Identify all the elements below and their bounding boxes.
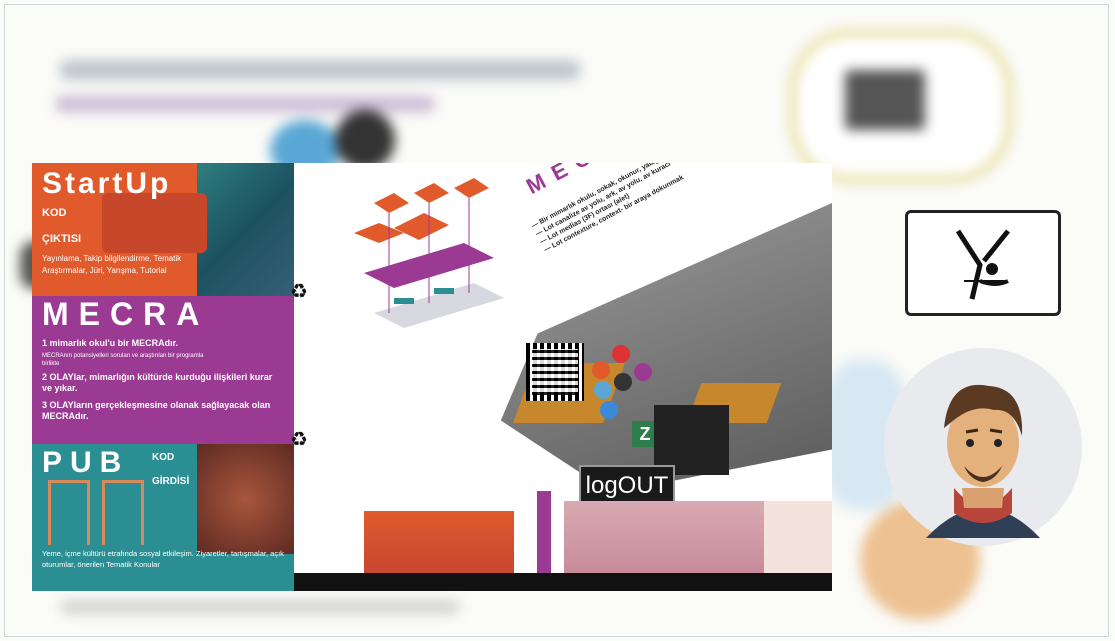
blurred-text-line: [60, 60, 580, 80]
poster-right-section: MECRA — Bir mimarlık okulu, sokak, okunu…: [294, 163, 832, 591]
mecra-small-text: MECRAnın potansiyelleri sorulan ve araşt…: [42, 353, 204, 367]
stool-icon: [102, 480, 144, 545]
poster-left-column: StartUp KOD ÇIKTISI Yayınlama, Takip bil…: [32, 163, 294, 591]
section-strip: [294, 491, 832, 591]
startup-panel: StartUp KOD ÇIKTISI Yayınlama, Takip bil…: [32, 163, 294, 296]
section-drawing: [764, 501, 832, 573]
social-icon: [634, 363, 652, 381]
site-model-render: [500, 203, 832, 493]
social-icon: [592, 361, 610, 379]
section-divider: [537, 491, 551, 573]
cikti-label: ÇIKTISI: [42, 233, 82, 245]
startup-title: StartUp: [42, 167, 172, 200]
blurred-text-line: [55, 96, 435, 112]
girdi-label: GİRDİSİ: [152, 476, 190, 487]
camera-icon: [614, 373, 632, 391]
startup-description: Yayınlama, Takip bilgilendirme, Tematik …: [42, 254, 182, 275]
avatar: [884, 348, 1082, 546]
mecra-panel: MECRA 1 mimarlık okul'u bir MECRAdır. ME…: [32, 296, 294, 444]
pub-description: Yeme, içme kültürü etrafında sosyal etki…: [42, 549, 284, 569]
meeting-illustration: [102, 193, 207, 253]
logo-speech-bubble: [905, 210, 1061, 316]
kod-label: KOD: [42, 207, 67, 219]
figure-logo-icon: [955, 229, 1010, 300]
youtube-icon: [612, 345, 630, 363]
stool-icon: [48, 480, 90, 545]
qr-code-pattern: [532, 349, 578, 395]
mecra-title: MECRA: [42, 296, 210, 332]
section-drawing: [364, 511, 514, 573]
mecra-point-1: 1 mimarlık okul'u bir MECRAdır.: [42, 338, 179, 348]
section-drawing: [564, 501, 764, 573]
cloud-icon: [845, 70, 925, 130]
ground-line: [294, 573, 832, 591]
kod-label: KOD: [152, 452, 175, 463]
pub-panel: PUB KOD GİRDİSİ Yeme, içme kültürü etraf…: [32, 444, 294, 591]
mecra-point-3: 3 OLAYların gerçekleşmesine olanak sağla…: [42, 400, 271, 421]
blurred-shape: [335, 110, 395, 170]
blurred-text-line: [60, 600, 460, 614]
avatar-illustration-icon: [926, 384, 1040, 538]
axonometric-diagram: [354, 178, 504, 328]
pub-title: PUB: [42, 446, 130, 479]
mecra-point-2: 2 OLAYlar, mimarlığın kültürde kurduğu i…: [42, 372, 273, 393]
poster-image: StartUp KOD ÇIKTISI Yayınlama, Takip bil…: [32, 163, 832, 591]
twitter-icon: [600, 401, 618, 419]
social-icon: [594, 381, 612, 399]
texture-image: [197, 444, 294, 554]
